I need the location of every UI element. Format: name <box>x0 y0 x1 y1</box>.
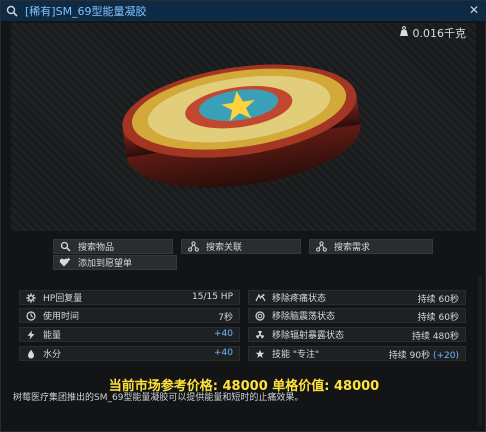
search-item-button[interactable]: 搜索物品 <box>53 239 173 254</box>
effect-value: 持续 480秒 <box>411 332 459 342</box>
radiation-icon <box>253 330 267 340</box>
stat-label: 能量 <box>43 331 62 341</box>
stat-value: +40 <box>214 348 233 358</box>
energy-gel-tin-image <box>122 64 361 188</box>
item-description: 树莓医疗集团推出的SM_69型能量凝胶可以提供能量和短时的止痛效果。 <box>13 393 304 403</box>
effect-label: 移除脑震荡状态 <box>272 312 336 322</box>
concussion-icon <box>253 310 267 321</box>
effect-duration: 持续 90秒 <box>388 351 431 361</box>
item-3d-viewer[interactable]: 0.016千克 <box>11 23 476 231</box>
effect-value: 持续 90秒 (+20) <box>389 348 459 361</box>
search-icon <box>5 4 19 18</box>
window-title: [稀有]SM_69型能量凝胶 <box>25 5 147 18</box>
stat-value: 7秒 <box>218 313 233 323</box>
pain-icon <box>253 293 267 303</box>
gear-icon <box>24 292 38 303</box>
stat-value: +40 <box>214 329 233 339</box>
stats-panel: HP回复量 15/15 HP 使用时间 7秒 能量 +40 水分 +40 移除疼… <box>11 287 476 367</box>
effect-row: 移除疼痛状态 持续 60秒 <box>248 290 466 305</box>
add-to-wishlist-button[interactable]: 添加到愿望单 <box>53 255 177 270</box>
stat-label: 使用时间 <box>43 312 80 322</box>
search-requirement-button[interactable]: 搜索需求 <box>309 239 433 254</box>
search-related-label: 搜索关联 <box>206 243 243 253</box>
stat-row: HP回复量 15/15 HP <box>19 290 240 305</box>
search-item-label: 搜索物品 <box>78 243 115 253</box>
action-bar: 搜索物品 搜索关联 搜索需求 添加到愿望单 <box>11 235 476 271</box>
effect-value: 持续 60秒 <box>417 313 459 323</box>
requirement-nodes-icon <box>314 241 328 252</box>
effect-label: 技能 "专注" <box>272 350 320 360</box>
stat-row: 能量 +40 <box>19 327 240 342</box>
stat-row: 使用时间 7秒 <box>19 308 240 323</box>
close-button[interactable]: ✕ <box>467 3 481 17</box>
link-nodes-icon <box>186 241 200 252</box>
skill-icon <box>253 349 267 359</box>
effect-value: 持续 60秒 <box>417 295 459 305</box>
magnifier-icon <box>58 241 72 252</box>
search-related-button[interactable]: 搜索关联 <box>181 239 301 254</box>
clock-icon <box>24 310 38 321</box>
title-bar[interactable]: [稀有]SM_69型能量凝胶 ✕ <box>1 1 486 21</box>
effect-label: 移除疼痛状态 <box>272 294 327 304</box>
stat-row: 水分 +40 <box>19 346 240 361</box>
search-requirement-label: 搜索需求 <box>334 243 371 253</box>
stat-label: 水分 <box>43 350 62 360</box>
drop-icon <box>24 349 38 359</box>
effect-bonus: (+20) <box>432 351 459 361</box>
bolt-icon <box>24 330 38 340</box>
effect-label: 移除辐射暴露状态 <box>272 331 345 341</box>
stat-value: 15/15 HP <box>192 292 233 302</box>
add-to-wishlist-label: 添加到愿望单 <box>78 259 133 269</box>
item-inspect-window: [稀有]SM_69型能量凝胶 ✕ 0.016千克 搜索物品 搜索关联 搜索需求 … <box>0 0 486 432</box>
effect-row: 移除脑震荡状态 持续 60秒 <box>248 308 466 323</box>
effect-row: 移除辐射暴露状态 持续 480秒 <box>248 327 466 342</box>
stat-label: HP回复量 <box>43 294 83 304</box>
heart-plus-icon <box>58 257 72 268</box>
scrollbar[interactable] <box>478 276 482 426</box>
effect-row: 技能 "专注" 持续 90秒 (+20) <box>248 346 466 361</box>
